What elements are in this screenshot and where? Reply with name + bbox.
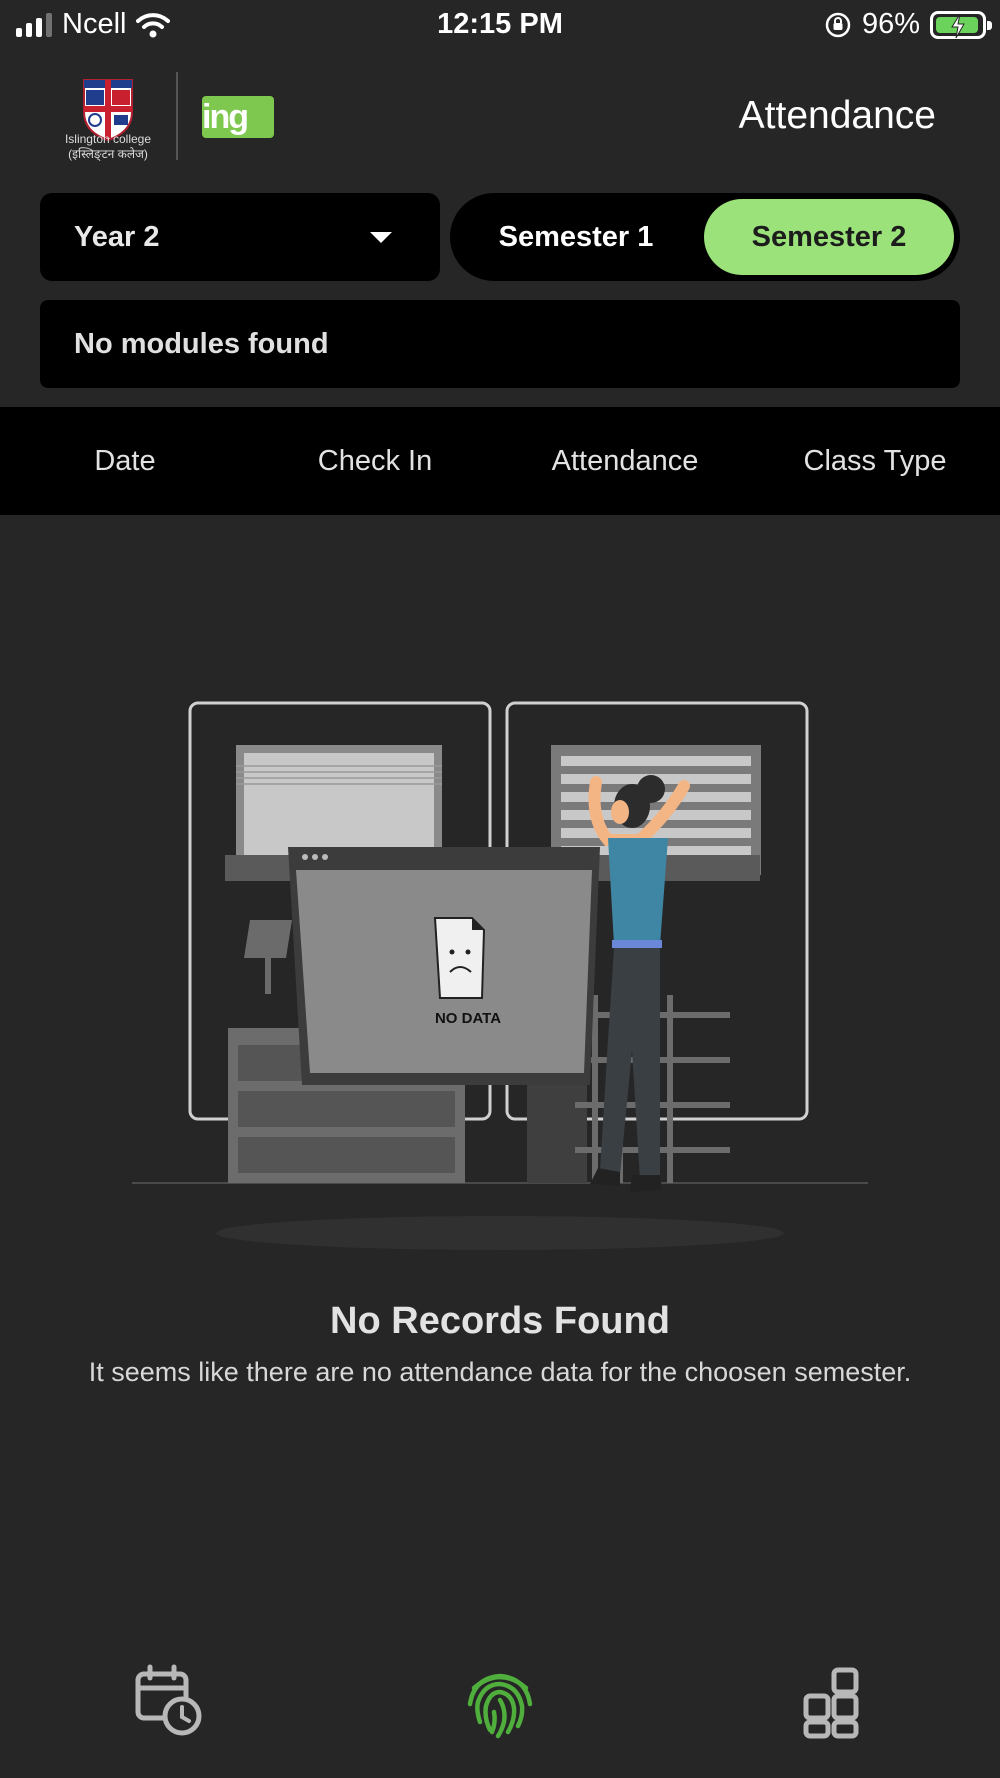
- year-dropdown[interactable]: Year 2: [40, 193, 440, 281]
- battery-icon: [930, 10, 992, 39]
- college-name: Islington college (इस्लिङ्टन कलेज): [50, 132, 166, 162]
- empty-state-description: It seems like there are no attendance da…: [88, 1357, 912, 1387]
- no-data-label: NO DATA: [435, 1010, 501, 1027]
- column-header-attendance: Attendance: [551, 444, 699, 477]
- semester-1-button[interactable]: Semester 1: [458, 199, 694, 275]
- no-data-illustration: NO DATA: [132, 701, 868, 1250]
- column-header-date: Date: [94, 444, 156, 477]
- column-header-class-type: Class Type: [803, 444, 947, 477]
- module-selector-text: No modules found: [74, 327, 329, 360]
- nav-schedule[interactable]: [130, 1660, 210, 1740]
- bottom-navigation: [0, 1660, 1000, 1750]
- orientation-lock-icon: [825, 12, 851, 37]
- status-bar: Ncell 12:15 PM 96%: [0, 0, 1000, 52]
- module-selector[interactable]: No modules found: [40, 300, 960, 388]
- column-header-check-in: Check In: [317, 444, 433, 477]
- grid-icon: [803, 1667, 859, 1739]
- semester-2-button[interactable]: Semester 2: [704, 199, 954, 275]
- empty-state-title: No Records Found: [330, 1300, 670, 1342]
- fingerprint-icon: [467, 1673, 533, 1739]
- table-header: Date Check In Attendance Class Type: [0, 407, 1000, 515]
- ing-logo-text: ing: [202, 98, 249, 136]
- college-name-en: Islington college: [64, 132, 152, 146]
- status-right: 96%: [824, 8, 992, 41]
- battery-percent: 96%: [861, 8, 920, 40]
- nav-attendance[interactable]: [460, 1660, 540, 1740]
- year-dropdown-value: Year 2: [74, 220, 160, 253]
- nav-menu[interactable]: [792, 1660, 872, 1740]
- page-title: Attendance: [738, 94, 936, 137]
- semester-toggle: Semester 1 Semester 2: [450, 193, 960, 281]
- college-name-np: (इस्लिङ्टन कलेज): [68, 147, 148, 161]
- logo-divider: [176, 72, 178, 160]
- calendar-clock-icon: [135, 1664, 202, 1736]
- caret-down-icon: [370, 231, 392, 243]
- ing-logo: ing: [202, 96, 274, 138]
- app-header: Islington college (इस्लिङ्टन कलेज) ing A…: [0, 60, 1000, 170]
